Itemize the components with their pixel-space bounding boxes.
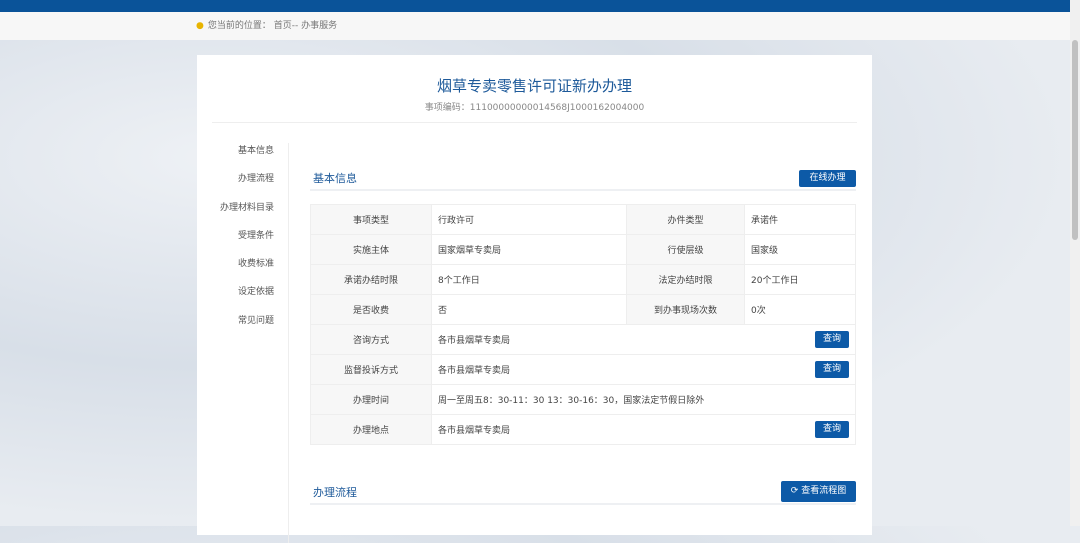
field-value: 20个工作日 [744,264,856,295]
field-label: 承诺办结时限 [310,264,432,295]
table-row: 是否收费否到办事现场次数 0次 [310,294,856,325]
view-flowchart-label: 查看流程图 [801,486,847,496]
field-value: 承诺件 [744,204,856,235]
section-process: 办理流程 ⟳ 查看流程图 [310,481,856,505]
query-button[interactable]: 查询 [815,361,849,378]
field-value: 各市县烟草专卖局 查询 [431,414,856,445]
field-value: 否 [431,294,627,325]
field-label: 是否收费 [310,294,432,325]
field-value-text: 各市县烟草专卖局 [438,426,511,436]
side-nav-item[interactable]: 基本信息 [197,143,288,171]
field-value: 0次 [744,294,856,325]
field-value: 各市县烟草专卖局 查询 [431,324,856,355]
field-value-text: 各市县烟草专卖局 [438,336,511,346]
item-code: 事项编码：11100000000014568J1000162004000 [424,103,645,113]
field-label: 实施主体 [310,234,432,265]
scrollbar-thumb[interactable] [1072,40,1078,240]
side-nav-item[interactable]: 办理流程 [197,171,288,199]
table-row: 承诺办结时限 8个工作日 法定办结时限 20个工作日 [310,264,856,295]
field-value-text: 周一至周五8：30-11：30 13：30-16：30，国家法定节假日除外 [438,396,705,406]
side-nav-item[interactable]: 办理材料目录 [197,200,288,228]
divider [212,122,857,123]
table-row: 办理地点 各市县烟草专卖局 查询 [310,414,856,445]
table-row: 办理时间 周一至周五8：30-11：30 13：30-16：30，国家法定节假日除… [310,384,856,415]
table-row: 咨询方式 各市县烟草专卖局 查询 [310,324,856,355]
field-label: 办理地点 [310,414,432,445]
field-value-text: 各市县烟草专卖局 [438,366,511,376]
table-row: 实施主体 国家烟草专卖局 行使层级 国家级 [310,234,856,265]
side-nav-item[interactable]: 常见问题 [197,313,288,341]
field-value: 周一至周五8：30-11：30 13：30-16：30，国家法定节假日除外 [431,384,856,415]
content-card: 烟草专卖零售许可证新办办理 事项编码：11100000000014568J100… [197,55,872,543]
field-label: 法定办结时限 [626,264,745,295]
field-label: 办件类型 [626,204,745,235]
table-row: 监督投诉方式 各市县烟草专卖局 查询 [310,354,856,385]
field-label: 到办事现场次数 [626,294,745,325]
field-value: 国家烟草专卖局 [431,234,627,265]
side-nav-item[interactable]: 收费标准 [197,256,288,284]
field-value: 行政许可 [431,204,627,235]
field-value: 8个工作日 [431,264,627,295]
table-row: 事项类型 行政许可 办件类型 承诺件 [310,204,856,235]
section-heading: 办理流程 [313,486,357,499]
field-label: 行使层级 [626,234,745,265]
basic-info-table: 事项类型 行政许可 办件类型 承诺件 实施主体 国家烟草专卖局 行使层级 国家级 承诺办结时限 8… [310,204,856,445]
query-button[interactable]: 查询 [815,421,849,438]
field-value: 国家级 [744,234,856,265]
location-pin-icon: ● [196,21,204,31]
side-nav: 基本信息 办理流程 办理材料目录 受理条件 收费标准 设定依据 常见问题 [197,143,289,543]
breadcrumb: ● 您当前的位置： 首页-- 办事服务 [0,12,1070,40]
query-button[interactable]: 查询 [815,331,849,348]
view-flowchart-button[interactable]: ⟳ 查看流程图 [781,481,856,502]
scrollbar[interactable] [1070,0,1080,526]
field-label: 事项类型 [310,204,432,235]
field-value: 各市县烟草专卖局 查询 [431,354,856,385]
section-heading: 基本信息 [313,172,357,185]
top-nav-bar [0,0,1070,12]
side-nav-item[interactable]: 受理条件 [197,228,288,256]
refresh-icon: ⟳ [790,486,799,496]
breadcrumb-prefix: 您当前的位置： [207,21,271,31]
field-label: 办理时间 [310,384,432,415]
page-title: 烟草专卖零售许可证新办办理 [436,77,632,95]
field-label: 咨询方式 [310,324,432,355]
field-label: 监督投诉方式 [310,354,432,385]
side-nav-item[interactable]: 设定依据 [197,284,288,312]
breadcrumb-path[interactable]: 首页-- 办事服务 [274,21,337,31]
section-basic-info: 基本信息 在线办理 [310,167,856,191]
online-handle-button[interactable]: 在线办理 [799,170,856,187]
